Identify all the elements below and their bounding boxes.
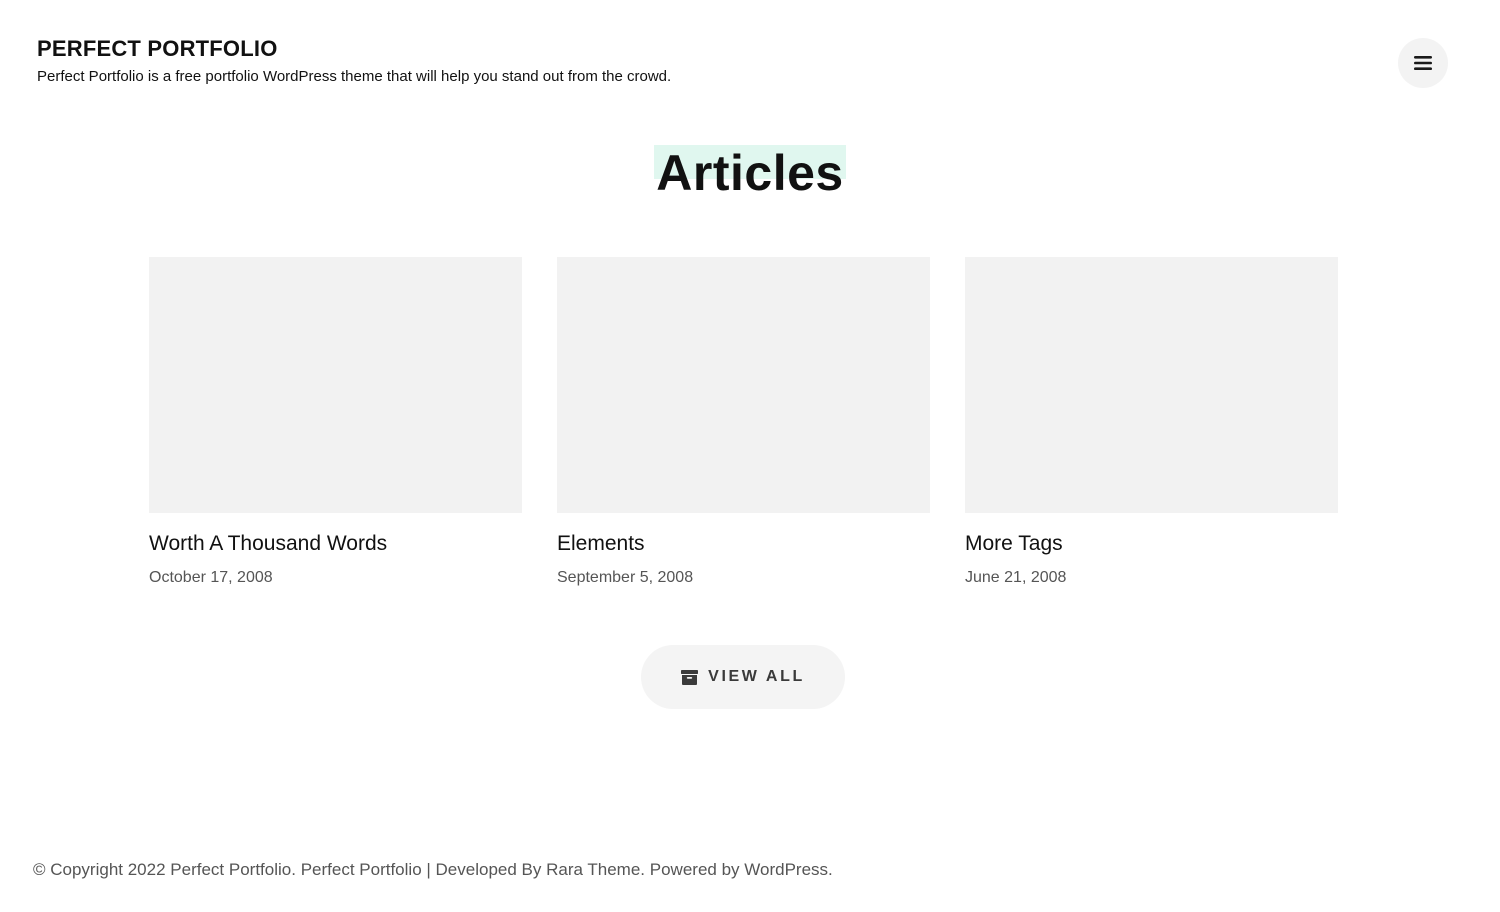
footer-period: . — [640, 860, 646, 879]
site-footer: © Copyright 2022 Perfect Portfolio. Perf… — [33, 860, 833, 884]
article-thumbnail-link[interactable] — [149, 257, 522, 513]
article-title-link[interactable]: More Tags — [965, 532, 1063, 556]
article-thumbnail-link[interactable] — [965, 257, 1338, 513]
footer-wordpress-link[interactable]: WordPress — [744, 860, 828, 879]
article-date: June 21, 2008 — [965, 569, 1067, 586]
footer-period: . — [291, 860, 296, 879]
article-card: Worth A Thousand Words October 17, 2008 — [149, 257, 522, 586]
footer-developed-by: | Developed By — [426, 860, 542, 879]
archive-icon — [681, 669, 699, 685]
footer-powered-by: Powered by — [649, 860, 740, 879]
page: PERFECT PORTFOLIO Perfect Portfolio is a… — [0, 0, 1500, 912]
footer-developer-link[interactable]: Rara Theme — [546, 860, 640, 879]
footer-period: . — [828, 860, 833, 879]
section-header: Articles — [0, 138, 1500, 208]
menu-toggle-button[interactable] — [1398, 38, 1448, 88]
section-title: Articles — [654, 138, 846, 208]
article-date: September 5, 2008 — [557, 569, 694, 586]
copyright-text: © Copyright 2022 — [33, 860, 166, 879]
article-title-link[interactable]: Elements — [557, 532, 645, 556]
site-title-link[interactable]: PERFECT PORTFOLIO — [37, 36, 278, 62]
view-all-label: VIEW ALL — [708, 668, 805, 685]
hamburger-menu-icon — [1414, 56, 1432, 70]
footer-theme-name: Perfect Portfolio — [300, 860, 422, 879]
view-all-button[interactable]: VIEW ALL — [641, 645, 845, 709]
article-thumbnail-link[interactable] — [557, 257, 930, 513]
article-card: Elements September 5, 2008 — [557, 257, 930, 586]
article-card: More Tags June 21, 2008 — [965, 257, 1338, 586]
article-title-link[interactable]: Worth A Thousand Words — [149, 532, 387, 556]
section-title-text: Articles — [656, 145, 844, 201]
article-date: October 17, 2008 — [149, 569, 273, 586]
site-header: PERFECT PORTFOLIO Perfect Portfolio is a… — [0, 0, 1500, 110]
footer-site-link[interactable]: Perfect Portfolio — [170, 860, 291, 879]
articles-grid: Worth A Thousand Words October 17, 2008 … — [149, 257, 1338, 597]
site-description: Perfect Portfolio is a free portfolio Wo… — [37, 68, 672, 85]
